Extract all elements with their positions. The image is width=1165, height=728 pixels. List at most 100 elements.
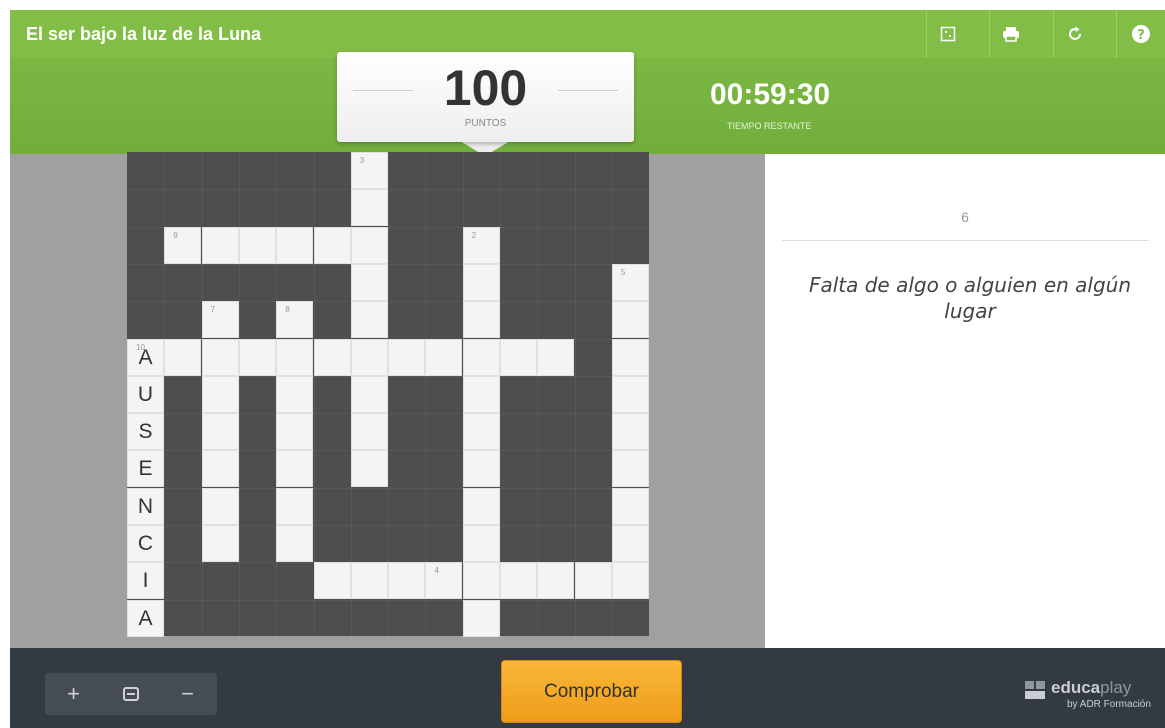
crossword-cell[interactable] (313, 338, 351, 376)
crossword-cell[interactable]: 10 A (127, 338, 164, 376)
crossword-cell[interactable] (611, 525, 649, 562)
print-button[interactable] (989, 10, 1031, 58)
crossword-grid: 3 9 2 5 7 8 10 A U S E N C I A 4 (127, 152, 649, 637)
crossword-cell[interactable] (350, 263, 388, 301)
crossword-cell[interactable] (462, 413, 500, 451)
cell-letter: S (138, 420, 153, 444)
brand-name-light: play (1100, 678, 1132, 697)
crossword-cell[interactable]: U (127, 375, 164, 413)
crossword-cell[interactable] (611, 375, 649, 413)
crossword-cell[interactable] (611, 301, 649, 339)
fit-icon (122, 687, 139, 701)
svg-text:?: ? (1137, 28, 1145, 43)
crossword-cell[interactable] (462, 263, 500, 301)
crossword-cell[interactable]: 4 (425, 562, 463, 600)
crossword-cell[interactable]: 8 (276, 301, 314, 339)
crossword-cell[interactable] (462, 338, 500, 376)
crossword-cell[interactable] (201, 413, 239, 451)
brand-name-bold: educa (1051, 678, 1101, 697)
crossword-cell[interactable] (201, 338, 239, 376)
crossword-cell[interactable] (462, 450, 500, 488)
crossword-cell[interactable] (313, 226, 351, 264)
crossword-cell[interactable] (276, 413, 314, 451)
crossword-cell[interactable] (462, 599, 500, 637)
zoom-fit-button[interactable] (102, 673, 159, 715)
crossword-cell[interactable] (462, 562, 500, 600)
crossword-cell[interactable] (462, 525, 500, 562)
help-button[interactable]: ? (1116, 10, 1165, 58)
check-button[interactable]: Comprobar (501, 660, 682, 723)
footer-bar: + − Comprobar educaplay by ADR Formación (10, 648, 1165, 728)
timer-value: 00:59:30 (710, 78, 831, 111)
crossword-cell[interactable] (276, 338, 314, 376)
score-label: PUNTOS (464, 118, 507, 129)
crossword-cell[interactable] (388, 562, 426, 600)
crossword-cell[interactable] (350, 189, 388, 227)
crossword-cell[interactable] (611, 487, 649, 525)
help-icon: ? (1132, 25, 1150, 43)
crossword-cell[interactable] (238, 338, 276, 376)
crossword-cell[interactable] (276, 525, 314, 562)
zoom-in-button[interactable]: + (45, 673, 102, 715)
clue-number-label: 5 (620, 267, 626, 277)
crossword-cell[interactable] (500, 338, 537, 376)
crossword-cell[interactable] (350, 226, 388, 264)
crossword-cell[interactable] (537, 338, 575, 376)
crossword-cell[interactable] (350, 375, 388, 413)
clue-number-label: 3 (359, 156, 365, 165)
crossword-cell[interactable]: 2 (462, 226, 500, 264)
crossword-cell[interactable] (276, 487, 314, 525)
crossword-cell[interactable] (350, 450, 388, 488)
crossword-cell[interactable]: N (127, 487, 164, 525)
restart-button[interactable] (1053, 10, 1095, 58)
zoom-out-button[interactable]: − (159, 673, 216, 715)
crossword-cell[interactable] (164, 338, 202, 376)
crossword-cell[interactable] (201, 487, 239, 525)
crossword-cell[interactable] (201, 226, 239, 264)
crossword-cell[interactable] (425, 338, 463, 376)
fullscreen-button[interactable] (926, 10, 968, 58)
crossword-cell[interactable] (276, 450, 314, 488)
crossword-cell[interactable] (350, 338, 388, 376)
crossword-cell[interactable]: C (127, 525, 164, 562)
crossword-cell[interactable]: 5 (611, 263, 649, 301)
crossword-cell[interactable] (611, 450, 649, 488)
crossword-cell[interactable] (462, 375, 500, 413)
cell-letter: E (138, 457, 153, 481)
crossword-cell[interactable] (350, 413, 388, 451)
crossword-cell[interactable] (462, 487, 500, 525)
crossword-cell[interactable]: A (127, 599, 164, 637)
crossword-cell[interactable] (611, 562, 649, 600)
crossword-cell[interactable] (574, 562, 612, 600)
crossword-cell[interactable] (201, 450, 239, 488)
crossword-cell[interactable]: 7 (201, 301, 239, 339)
app-root: El ser bajo la luz de la Luna ? 100 PUNT… (0, 0, 1165, 728)
crossword-cell[interactable] (462, 301, 500, 339)
crossword-cell[interactable] (276, 226, 314, 264)
crossword-cell[interactable]: E (127, 450, 164, 488)
crossword-cell[interactable] (238, 226, 276, 264)
print-icon (1002, 27, 1019, 42)
crossword-cell[interactable] (388, 338, 426, 376)
cell-letter: A (138, 606, 153, 630)
crossword-cell[interactable] (611, 413, 649, 451)
crossword-cell[interactable]: 3 (350, 152, 388, 189)
cell-letter: I (142, 569, 149, 593)
crossword-cell[interactable] (611, 338, 649, 376)
brand-subtitle: by ADR Formación (1067, 699, 1151, 710)
grid-line (127, 189, 649, 191)
clue-text: Falta de algo o alguien en algún lugar (808, 273, 1132, 323)
crossword-cell[interactable]: 9 (164, 226, 202, 264)
crossword-cell[interactable] (350, 301, 388, 339)
score-panel: 100 PUNTOS (337, 52, 634, 142)
crossword-cell[interactable]: S (127, 413, 164, 451)
crossword-cell[interactable] (201, 525, 239, 562)
crossword-cell[interactable] (276, 375, 314, 413)
crossword-cell[interactable] (201, 375, 239, 413)
crossword-cell[interactable] (537, 562, 575, 600)
crossword-cell[interactable]: I (127, 562, 164, 600)
activity-title: El ser bajo la luz de la Luna (26, 24, 262, 44)
crossword-cell[interactable] (313, 562, 351, 600)
crossword-cell[interactable] (500, 562, 537, 600)
crossword-cell[interactable] (350, 562, 388, 600)
